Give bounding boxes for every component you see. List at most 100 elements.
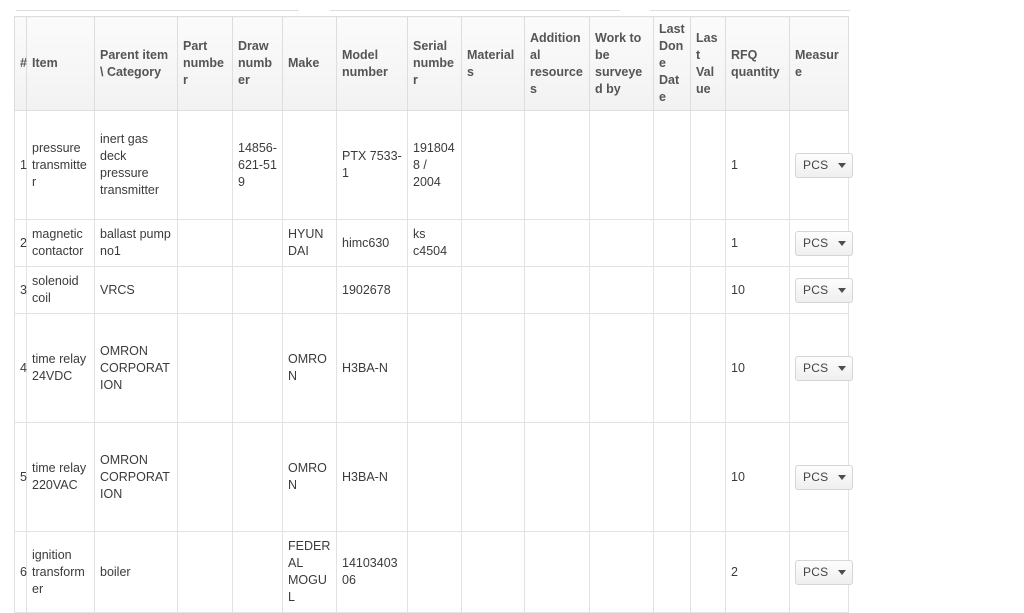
cell-make[interactable] [282,110,337,220]
cell-part-number[interactable] [177,219,233,267]
cell-part-number[interactable] [177,531,233,613]
cell-item[interactable]: pressure transmitter [26,110,95,220]
cell-serial-number[interactable] [407,266,462,314]
table-row[interactable]: 6 ignition transformer boiler FEDERAL MO… [14,531,853,613]
cell-additional-resources[interactable] [524,266,590,314]
cell-part-number[interactable] [177,313,233,423]
cell-work-to-be-surveyed-by[interactable] [589,313,654,423]
cell-last-value[interactable] [690,531,726,613]
cell-work-to-be-surveyed-by[interactable] [589,219,654,267]
cell-work-to-be-surveyed-by[interactable] [589,422,654,532]
cell-parent-item[interactable]: boiler [94,531,178,613]
cell-serial-number[interactable]: 1918048 / 2004 [407,110,462,220]
cell-last-value[interactable] [690,219,726,267]
column-header-additional-resources[interactable]: Additional resources [524,16,590,111]
cell-additional-resources[interactable] [524,422,590,532]
cell-make[interactable]: OMRON [282,313,337,423]
column-header-measure[interactable]: Measure [789,16,849,111]
cell-serial-number[interactable] [407,531,462,613]
column-header-parent-item-category[interactable]: Parent item \ Category [94,16,178,111]
cell-last-done-date[interactable] [653,531,691,613]
cell-additional-resources[interactable] [524,531,590,613]
cell-rfq-quantity[interactable]: 10 [725,313,790,423]
cell-draw-number[interactable] [232,531,283,613]
measure-select[interactable]: PCS [795,464,853,490]
table-row[interactable]: 4 time relay 24VDC OMRON CORPORATION OMR… [14,313,853,423]
column-header-last-done-date[interactable]: Last Done Date [653,16,691,111]
cell-draw-number[interactable] [232,313,283,423]
column-header-make[interactable]: Make [282,16,337,111]
cell-last-value[interactable] [690,110,726,220]
column-header-last-value[interactable]: Last Value [690,16,726,111]
column-header-serial-number[interactable]: Serial number [407,16,462,111]
cell-item[interactable]: magnetic contactor [26,219,95,267]
column-header-work-to-be-surveyed-by[interactable]: Work to be surveyed by [589,16,654,111]
cell-last-done-date[interactable] [653,313,691,423]
cell-serial-number[interactable] [407,422,462,532]
cell-part-number[interactable] [177,422,233,532]
cell-make[interactable]: HYUNDAI [282,219,337,267]
measure-select[interactable]: PCS [795,230,853,256]
cell-rfq-quantity[interactable]: 1 [725,110,790,220]
cell-model-number[interactable]: H3BA-N [336,313,408,423]
cell-make[interactable] [282,266,337,314]
cell-model-number[interactable]: 1902678 [336,266,408,314]
cell-rfq-quantity[interactable]: 10 [725,266,790,314]
measure-select[interactable]: PCS [795,355,853,381]
cell-last-done-date[interactable] [653,422,691,532]
cell-serial-number[interactable] [407,313,462,423]
cell-last-done-date[interactable] [653,266,691,314]
cell-parent-item[interactable]: OMRON CORPORATION [94,313,178,423]
cell-item[interactable]: time relay 24VDC [26,313,95,423]
cell-rfq-quantity[interactable]: 10 [725,422,790,532]
column-header-index[interactable]: # [14,16,27,111]
measure-select[interactable]: PCS [795,152,853,178]
column-header-model-number[interactable]: Model number [336,16,408,111]
cell-make[interactable]: FEDERAL MOGUL [282,531,337,613]
cell-make[interactable]: OMRON [282,422,337,532]
cell-last-value[interactable] [690,266,726,314]
cell-additional-resources[interactable] [524,313,590,423]
cell-materials[interactable] [461,219,525,267]
cell-materials[interactable] [461,110,525,220]
cell-parent-item[interactable]: inert gas deck pressure transmitter [94,110,178,220]
cell-materials[interactable] [461,422,525,532]
cell-additional-resources[interactable] [524,219,590,267]
column-header-rfq-quantity[interactable]: RFQ quantity [725,16,790,111]
column-header-draw-number[interactable]: Draw number [232,16,283,111]
cell-draw-number[interactable] [232,219,283,267]
cell-part-number[interactable] [177,266,233,314]
cell-model-number[interactable]: 1410340306 [336,531,408,613]
cell-last-value[interactable] [690,313,726,423]
measure-select[interactable]: PCS [795,277,853,303]
cell-model-number[interactable]: H3BA-N [336,422,408,532]
cell-model-number[interactable]: PTX 7533-1 [336,110,408,220]
cell-rfq-quantity[interactable]: 1 [725,219,790,267]
cell-rfq-quantity[interactable]: 2 [725,531,790,613]
column-header-item[interactable]: Item [26,16,95,111]
table-row[interactable]: 1 pressure transmitter inert gas deck pr… [14,110,853,220]
measure-select[interactable]: PCS [795,559,853,585]
cell-item[interactable]: time relay 220VAC [26,422,95,532]
cell-last-done-date[interactable] [653,219,691,267]
column-header-part-number[interactable]: Part number [177,16,233,111]
cell-parent-item[interactable]: OMRON CORPORATION [94,422,178,532]
cell-last-value[interactable] [690,422,726,532]
cell-draw-number[interactable] [232,422,283,532]
cell-parent-item[interactable]: ballast pump no1 [94,219,178,267]
cell-item[interactable]: solenoid coil [26,266,95,314]
cell-model-number[interactable]: himc630 [336,219,408,267]
cell-additional-resources[interactable] [524,110,590,220]
cell-materials[interactable] [461,266,525,314]
cell-draw-number[interactable]: 14856-621-51 9 [232,110,283,220]
table-row[interactable]: 5 time relay 220VAC OMRON CORPORATION OM… [14,422,853,532]
table-row[interactable]: 2 magnetic contactor ballast pump no1 HY… [14,219,853,267]
cell-materials[interactable] [461,313,525,423]
column-header-materials[interactable]: Materials [461,16,525,111]
cell-work-to-be-surveyed-by[interactable] [589,266,654,314]
table-row[interactable]: 3 solenoid coil VRCS 1902678 10 PCS [14,266,853,314]
cell-work-to-be-surveyed-by[interactable] [589,531,654,613]
cell-draw-number[interactable] [232,266,283,314]
cell-item[interactable]: ignition transformer [26,531,95,613]
cell-part-number[interactable] [177,110,233,220]
